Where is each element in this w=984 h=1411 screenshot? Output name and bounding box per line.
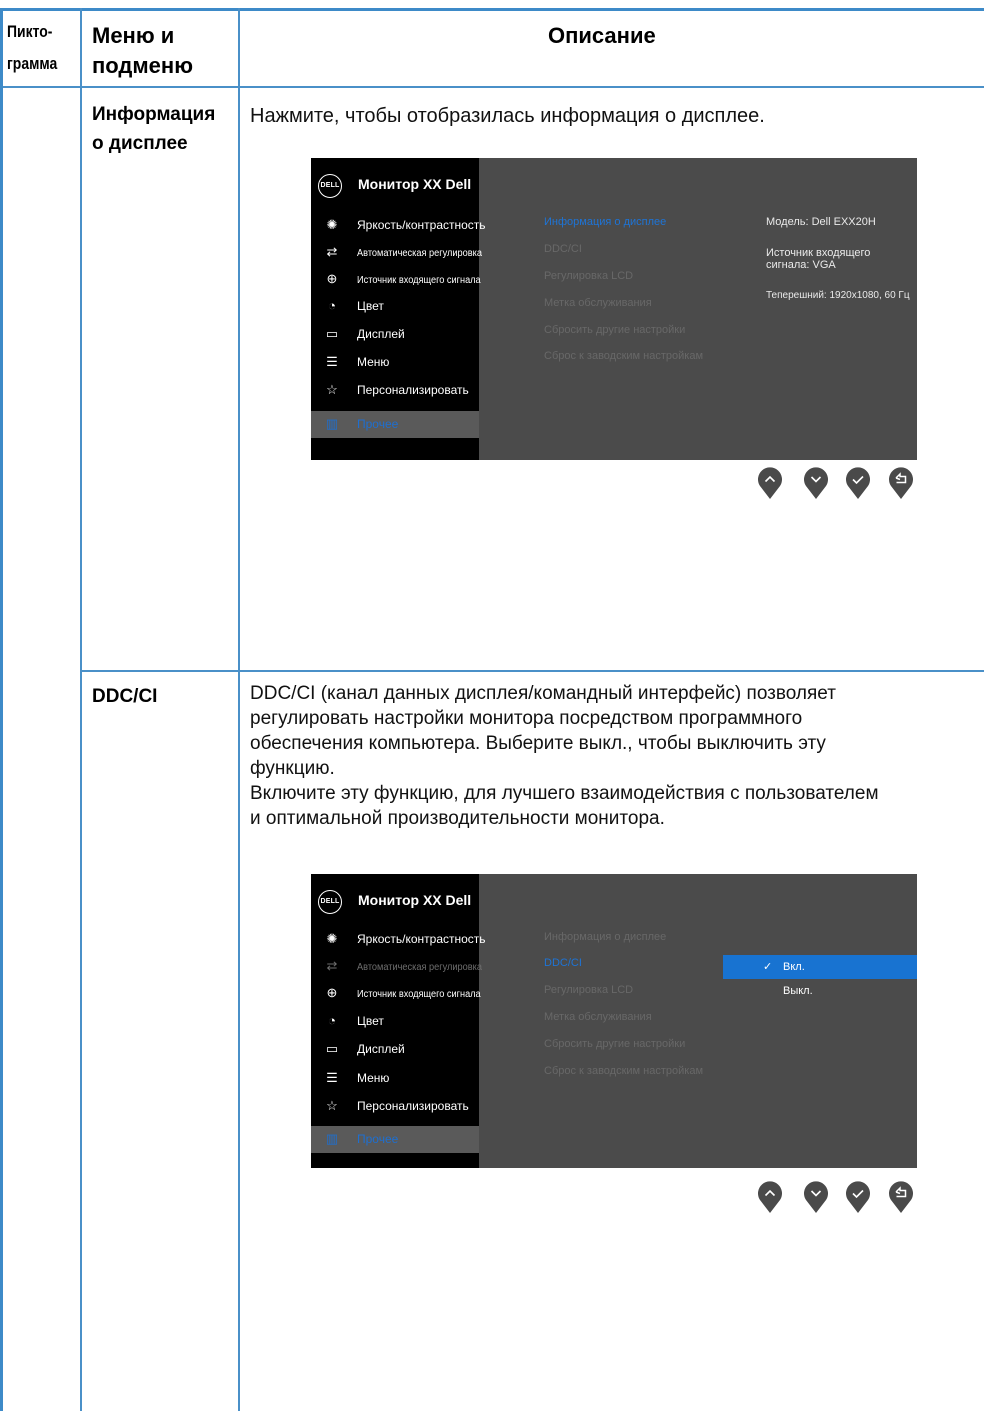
osd-menu-item-personalize[interactable]: ☆ Персонализировать bbox=[311, 1093, 479, 1120]
osd-submenu-ddcci[interactable]: DDC/CI bbox=[544, 957, 582, 969]
osd-info-model: Модель: Dell EXX20H bbox=[766, 216, 876, 228]
osd-menu-item-color[interactable]: ◔ Цвет bbox=[311, 293, 479, 320]
osd-menu-item-display[interactable]: ▭ Дисплей bbox=[311, 321, 479, 348]
osd-submenu-factory-reset[interactable]: Сброс к заводским настройкам bbox=[544, 350, 703, 362]
row-description-ddcci: DDC/CI (канал данных дисплея/командный и… bbox=[250, 683, 879, 829]
osd-submenu-reset-other[interactable]: Сбросить другие настройки bbox=[544, 324, 685, 336]
others-icon: ▥ bbox=[325, 416, 339, 431]
osd-menu-item-menu[interactable]: ☰ Меню bbox=[311, 349, 479, 376]
header-bottom-border bbox=[0, 86, 984, 88]
menu-icon: ☰ bbox=[326, 1070, 338, 1085]
osd-submenu-reset-other[interactable]: Сбросить другие настройки bbox=[544, 1038, 685, 1050]
osd-submenu-lcd-conditioning[interactable]: Регулировка LCD bbox=[544, 270, 633, 282]
osd-submenu-service-tag[interactable]: Метка обслуживания bbox=[544, 297, 652, 309]
auto-adjust-icon: ⇄ bbox=[326, 244, 338, 259]
osd-menu-item-others[interactable]: ▥ Прочее bbox=[311, 411, 479, 438]
osd-title: Монитор XX Dell bbox=[358, 176, 472, 192]
row-description-display-info: Нажмите, чтобы отобразилась информация о… bbox=[250, 105, 765, 127]
osd-menu-item-personalize[interactable]: ☆ Персонализировать bbox=[311, 377, 479, 404]
osd-menu-item-menu[interactable]: ☰ Меню bbox=[311, 1065, 479, 1092]
row-title-ddcci: DDC/CI bbox=[92, 686, 158, 707]
others-icon: ▥ bbox=[325, 1131, 339, 1146]
osd-sidebar: DELL Монитор XX Dell ✺ Яркость/контрастн… bbox=[311, 874, 486, 1168]
check-icon: ✓ bbox=[763, 961, 773, 973]
back-button[interactable] bbox=[888, 1180, 914, 1214]
osd-submenu-lcd-conditioning[interactable]: Регулировка LCD bbox=[544, 984, 633, 996]
osd-menu-item-input-source[interactable]: ⊕ Источник входящего сигнала bbox=[311, 266, 481, 293]
row-divider bbox=[80, 670, 984, 672]
osd-menu-item-others[interactable]: ▥ Прочее bbox=[311, 1126, 479, 1153]
header-menu-col: Меню и подменю bbox=[92, 23, 193, 78]
up-button[interactable] bbox=[757, 466, 783, 500]
input-source-icon: ⊕ bbox=[326, 271, 338, 286]
osd-sidebar: DELL Монитор XX Dell ✺ Яркость/контрастн… bbox=[311, 158, 486, 460]
table-left-border bbox=[0, 8, 3, 1411]
osd-info-resolution: Теперешний: 1920x1080, 60 Гц bbox=[766, 290, 910, 301]
down-button[interactable] bbox=[803, 1180, 829, 1214]
row-title-display-info: Информация о дисплее bbox=[92, 104, 216, 154]
osd-screenshot-ddcci: DELL Монитор XX Dell ✺ Яркость/контрастн… bbox=[311, 874, 917, 1168]
confirm-button[interactable] bbox=[845, 1180, 871, 1214]
dell-logo: DELL bbox=[318, 890, 342, 914]
up-button[interactable] bbox=[757, 1180, 783, 1214]
display-icon: ▭ bbox=[325, 1041, 339, 1056]
col-divider-1 bbox=[80, 8, 82, 1411]
brightness-icon: ✺ bbox=[326, 931, 338, 946]
display-icon: ▭ bbox=[325, 326, 339, 341]
osd-menu-item-brightness[interactable]: ✺ Яркость/контрастность bbox=[311, 926, 486, 953]
col-divider-2 bbox=[238, 8, 240, 1411]
confirm-button[interactable] bbox=[845, 466, 871, 500]
brightness-icon: ✺ bbox=[326, 217, 338, 232]
osd-submenu-service-tag[interactable]: Метка обслуживания bbox=[544, 1011, 652, 1023]
osd-menu-item-color[interactable]: ◔ Цвет bbox=[311, 1008, 479, 1035]
osd-submenu-display-info[interactable]: Информация о дисплее bbox=[544, 931, 666, 943]
osd-option-off[interactable]: Выкл. bbox=[723, 979, 917, 1003]
osd-screenshot-display-info: DELL Монитор XX Dell ✺ Яркость/контрастн… bbox=[311, 158, 917, 460]
auto-adjust-icon: ⇄ bbox=[326, 958, 338, 973]
osd-menu-item-auto-adjust[interactable]: ⇄ Автоматическая регулировка bbox=[311, 953, 482, 980]
dell-logo: DELL bbox=[318, 174, 342, 198]
star-icon: ☆ bbox=[326, 1098, 338, 1113]
down-button[interactable] bbox=[803, 466, 829, 500]
osd-info-input-line2: сигнала: VGA bbox=[766, 259, 836, 271]
color-icon: ◔ bbox=[328, 1013, 336, 1028]
osd-title: Монитор XX Dell bbox=[358, 892, 472, 908]
osd-submenu-display-info[interactable]: Информация о дисплее bbox=[544, 216, 666, 228]
osd-menu-item-auto-adjust[interactable]: ⇄ Автоматическая регулировка bbox=[311, 239, 482, 266]
osd-submenu-ddcci[interactable]: DDC/CI bbox=[544, 243, 582, 255]
star-icon: ☆ bbox=[326, 382, 338, 397]
osd-menu-item-input-source[interactable]: ⊕ Источник входящего сигнала bbox=[311, 980, 481, 1007]
table-top-border bbox=[0, 8, 984, 11]
back-button[interactable] bbox=[888, 466, 914, 500]
input-source-icon: ⊕ bbox=[326, 985, 338, 1000]
osd-option-on[interactable]: ✓ Вкл. bbox=[723, 955, 917, 979]
color-icon: ◔ bbox=[328, 298, 336, 313]
header-description-col: Описание bbox=[548, 23, 656, 48]
osd-menu-item-brightness[interactable]: ✺ Яркость/контрастность bbox=[311, 212, 486, 239]
menu-icon: ☰ bbox=[326, 354, 338, 369]
header-icon-col: Пикто- грамма bbox=[7, 22, 58, 73]
osd-menu-item-display[interactable]: ▭ Дисплей bbox=[311, 1036, 479, 1063]
osd-submenu-factory-reset[interactable]: Сброс к заводским настройкам bbox=[544, 1065, 703, 1077]
